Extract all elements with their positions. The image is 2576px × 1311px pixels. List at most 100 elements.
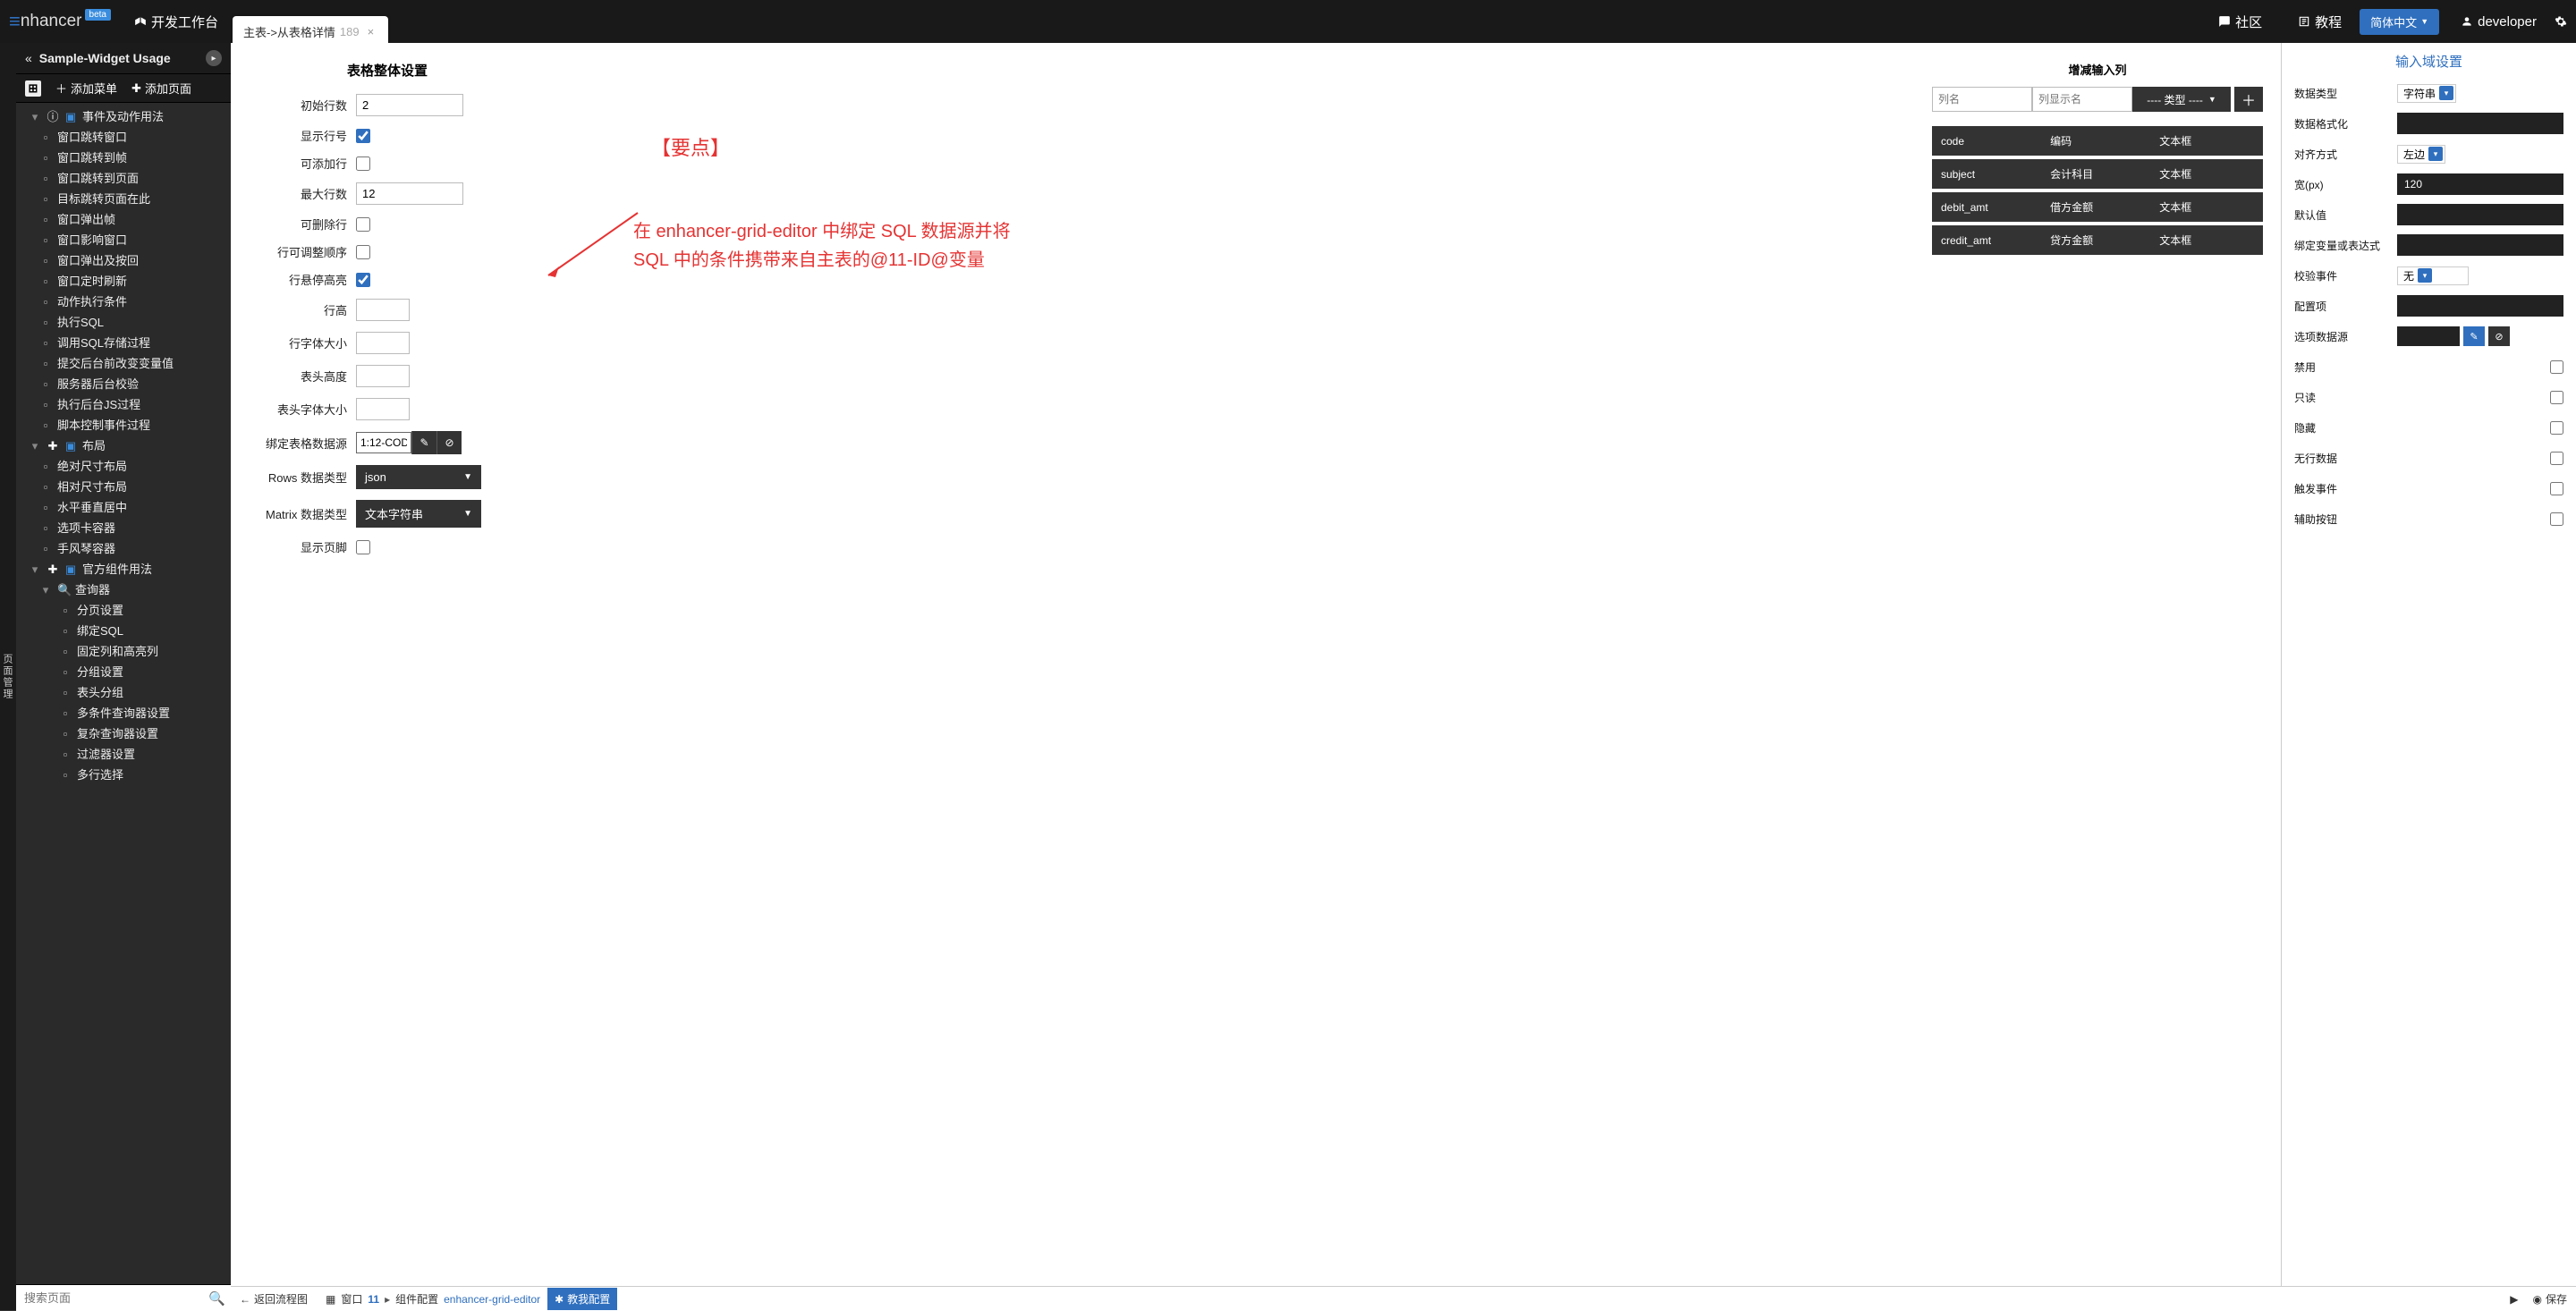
tree-item[interactable]: ▾ⓘ▣事件及动作用法: [16, 106, 231, 127]
tree-item[interactable]: ▫目标跳转页面在此: [16, 189, 231, 209]
flag-checkbox[interactable]: [2550, 421, 2563, 435]
tree-item[interactable]: ▫选项卡容器: [16, 518, 231, 538]
tree-item[interactable]: ▫复杂查询器设置: [16, 723, 231, 744]
tree-item[interactable]: ▫多行选择: [16, 765, 231, 785]
tutorial-link[interactable]: 教程: [2298, 13, 2342, 31]
column-row[interactable]: credit_amt贷方金额文本框: [1932, 225, 2263, 255]
input-head-font[interactable]: [356, 398, 410, 420]
tree-item[interactable]: ▫窗口定时刷新: [16, 271, 231, 292]
logo[interactable]: ≡nhancer beta: [9, 10, 111, 33]
grid-icon[interactable]: ⊞: [25, 80, 41, 97]
tree-item[interactable]: ▾✚▣官方组件用法: [16, 559, 231, 579]
tree-item[interactable]: ▫提交后台前改变变量值: [16, 353, 231, 374]
column-row[interactable]: debit_amt借方金额文本框: [1932, 192, 2263, 222]
input-width[interactable]: [2397, 173, 2563, 195]
tree-item[interactable]: ▫执行后台JS过程: [16, 394, 231, 415]
save-button[interactable]: ◉ 保存: [2533, 1291, 2568, 1307]
select-align[interactable]: 左边▾: [2397, 145, 2445, 164]
chk-can-delete[interactable]: [356, 217, 370, 232]
input-row-font[interactable]: [356, 332, 410, 354]
tree-item[interactable]: ▫执行SQL: [16, 312, 231, 333]
user-menu[interactable]: developer: [2461, 14, 2537, 30]
input-row-height[interactable]: [356, 299, 410, 321]
tree-item[interactable]: ▫水平垂直居中: [16, 497, 231, 518]
back-icon[interactable]: «: [25, 51, 32, 65]
tree-item[interactable]: ▫窗口影响窗口: [16, 230, 231, 250]
tree-item[interactable]: ▫动作执行条件: [16, 292, 231, 312]
search-icon[interactable]: 🔍: [208, 1290, 225, 1307]
tree-item[interactable]: ▾🔍查询器: [16, 579, 231, 600]
tree-item[interactable]: ▫窗口跳转到帧: [16, 148, 231, 168]
select-data-type[interactable]: 字符串▾: [2397, 84, 2456, 103]
add-menu-button[interactable]: ＋添加菜单: [55, 80, 117, 97]
columns-panel: 增减输入列 ---- 类型 ----▼ ＋ code编码文本框subject会计…: [1923, 43, 2281, 1286]
select-rows-type[interactable]: json▼: [356, 465, 481, 489]
tree-item[interactable]: ▫窗口跳转到页面: [16, 168, 231, 189]
file-icon: ▫: [39, 478, 52, 495]
input-config[interactable]: [2397, 295, 2563, 317]
select-matrix-type[interactable]: 文本字符串▼: [356, 500, 481, 528]
tree-item[interactable]: ▫绝对尺寸布局: [16, 456, 231, 477]
input-head-height[interactable]: [356, 365, 410, 387]
tree-item[interactable]: ▫窗口弹出及按回: [16, 250, 231, 271]
workbench-link[interactable]: 开发工作台: [134, 13, 218, 31]
project-play-icon[interactable]: ▸: [206, 50, 222, 66]
tree-item[interactable]: ▾✚▣布局: [16, 436, 231, 456]
tree-item[interactable]: ▫服务器后台校验: [16, 374, 231, 394]
page-tree[interactable]: ▾ⓘ▣事件及动作用法▫窗口跳转窗口▫窗口跳转到帧▫窗口跳转到页面▫目标跳转页面在…: [16, 103, 231, 1284]
clear-ds-icon[interactable]: ⊘: [436, 431, 462, 454]
chk-show-footer[interactable]: [356, 540, 370, 554]
settings-icon[interactable]: [2555, 15, 2567, 28]
chk-show-lineno[interactable]: [356, 129, 370, 143]
add-page-button[interactable]: ✚添加页面: [131, 80, 191, 97]
tree-item[interactable]: ▫分页设置: [16, 600, 231, 621]
edit-ds-icon[interactable]: ✎: [411, 431, 436, 454]
select-validate[interactable]: 无▾: [2397, 266, 2469, 285]
tree-item[interactable]: ▫表头分组: [16, 682, 231, 703]
input-default[interactable]: [2397, 204, 2563, 225]
close-icon[interactable]: ×: [368, 25, 375, 38]
opt-ds-clear-icon[interactable]: ⊘: [2488, 326, 2510, 346]
tree-item[interactable]: ▫窗口弹出帧: [16, 209, 231, 230]
input-col-disp[interactable]: [2032, 87, 2132, 112]
tree-item[interactable]: ▫窗口跳转窗口: [16, 127, 231, 148]
window-link[interactable]: 11: [368, 1293, 379, 1306]
language-select[interactable]: 简体中文▼: [2360, 9, 2439, 35]
opt-ds-edit-icon[interactable]: ✎: [2463, 326, 2485, 346]
flag-checkbox[interactable]: [2550, 391, 2563, 404]
flag-checkbox[interactable]: [2550, 360, 2563, 374]
input-col-name[interactable]: [1932, 87, 2032, 112]
input-bind-var[interactable]: [2397, 234, 2563, 256]
add-column-button[interactable]: ＋: [2234, 87, 2263, 112]
flag-checkbox[interactable]: [2550, 512, 2563, 526]
chk-can-add[interactable]: [356, 156, 370, 171]
main-area: 表格整体设置 初始行数 显示行号 可添加行 最大行数 可删除行 行可调整顺序 行…: [231, 43, 2576, 1311]
flag-checkbox[interactable]: [2550, 482, 2563, 495]
back-flow-button[interactable]: ← 返回流程图: [240, 1291, 308, 1307]
play-icon[interactable]: ▶: [2510, 1293, 2518, 1306]
chk-hover-hl[interactable]: [356, 273, 370, 287]
chk-reorder[interactable]: [356, 245, 370, 259]
rail-page-mgmt[interactable]: 页面管理: [0, 43, 16, 1311]
input-data-fmt[interactable]: [2397, 113, 2563, 134]
tree-item[interactable]: ▫固定列和高亮列: [16, 641, 231, 662]
select-col-type[interactable]: ---- 类型 ----▼: [2132, 87, 2231, 112]
tree-item[interactable]: ▫相对尺寸布局: [16, 477, 231, 497]
input-bind-ds[interactable]: [356, 432, 411, 453]
teach-button[interactable]: ✱ 教我配置: [547, 1288, 617, 1310]
tree-item[interactable]: ▫多条件查询器设置: [16, 703, 231, 723]
tree-item[interactable]: ▫脚本控制事件过程: [16, 415, 231, 436]
column-row[interactable]: subject会计科目文本框: [1932, 159, 2263, 189]
input-max-rows[interactable]: [356, 182, 463, 205]
search-input[interactable]: [21, 1289, 208, 1307]
input-init-rows[interactable]: [356, 94, 463, 116]
tree-item[interactable]: ▫绑定SQL: [16, 621, 231, 641]
column-row[interactable]: code编码文本框: [1932, 126, 2263, 156]
tree-item[interactable]: ▫分组设置: [16, 662, 231, 682]
tree-item[interactable]: ▫过滤器设置: [16, 744, 231, 765]
flag-checkbox[interactable]: [2550, 452, 2563, 465]
community-link[interactable]: 社区: [2218, 13, 2262, 31]
tree-item[interactable]: ▫调用SQL存储过程: [16, 333, 231, 353]
component-link[interactable]: enhancer-grid-editor: [444, 1293, 540, 1306]
tree-item[interactable]: ▫手风琴容器: [16, 538, 231, 559]
